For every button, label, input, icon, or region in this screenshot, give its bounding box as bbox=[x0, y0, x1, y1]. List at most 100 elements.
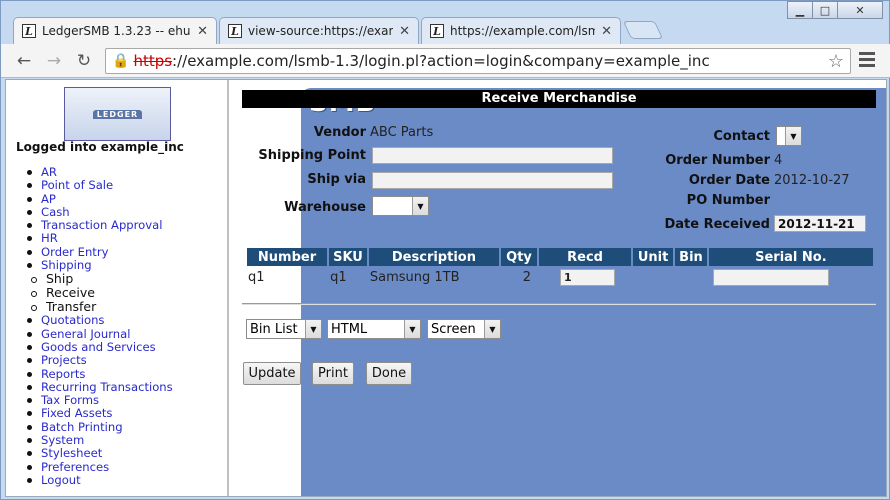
menu-item-ar[interactable]: AR bbox=[27, 165, 173, 179]
menu-item-ship[interactable]: Ship bbox=[31, 272, 173, 286]
order-number-label: Order Number bbox=[665, 153, 770, 168]
col-recd: Recd bbox=[539, 248, 632, 266]
dropdown-arrow-icon: ▼ bbox=[412, 197, 428, 215]
browser-window: L LedgerSMB 1.3.23 -- ehuelsn ✕ L view-s… bbox=[0, 0, 890, 500]
col-unit: Unit bbox=[633, 248, 674, 266]
menu-item-recurring-transactions[interactable]: Recurring Transactions bbox=[27, 380, 173, 394]
tab-title: view-source:https://example bbox=[248, 24, 393, 38]
date-received-input[interactable]: 2012-11-21 bbox=[774, 215, 866, 232]
menu-item-general-journal[interactable]: General Journal bbox=[27, 327, 173, 341]
warehouse-select[interactable]: ▼ bbox=[372, 196, 429, 216]
menu-item-projects[interactable]: Projects bbox=[27, 353, 173, 367]
cell-unit bbox=[633, 266, 673, 288]
cell-sku: q1 bbox=[330, 269, 347, 285]
report-select-value: Bin List bbox=[250, 321, 298, 337]
ledgersmb-logo: LEDGER SMB bbox=[64, 87, 886, 496]
order-date-label: Order Date bbox=[688, 173, 770, 188]
cell-qty: 2 bbox=[522, 269, 532, 285]
menu-item-shipping[interactable]: Shipping bbox=[27, 258, 173, 272]
menu-item-tax-forms[interactable]: Tax Forms bbox=[27, 393, 173, 407]
serial-input[interactable] bbox=[712, 268, 829, 286]
ship-via-input[interactable] bbox=[372, 172, 613, 189]
menu-item-logout[interactable]: Logout bbox=[27, 473, 173, 487]
menu-item-fixed-assets[interactable]: Fixed Assets bbox=[27, 407, 173, 420]
cell-description: Samsung 1TB bbox=[369, 269, 460, 285]
tab-view-source[interactable]: L view-source:https://example ✕ bbox=[219, 17, 419, 44]
menu-item-transaction-approval[interactable]: Transaction Approval bbox=[27, 218, 173, 232]
tab-close-icon[interactable]: ✕ bbox=[601, 24, 612, 39]
ledgersmb-favicon-icon: L bbox=[22, 24, 36, 38]
col-serial: Serial No. bbox=[708, 248, 873, 266]
menu-item-reports[interactable]: Reports bbox=[27, 367, 173, 381]
ledgersmb-favicon-icon: L bbox=[430, 24, 444, 38]
minimize-button[interactable]: ▁ bbox=[787, 1, 813, 19]
reload-icon[interactable]: ↻ bbox=[73, 50, 95, 72]
tab-example[interactable]: L https://example.com/lsmb-1.3 ✕ bbox=[421, 17, 621, 44]
menu-item-receive[interactable]: Receive bbox=[31, 286, 173, 300]
cell-bin bbox=[675, 266, 707, 288]
menu-item-quotations[interactable]: Quotations bbox=[27, 314, 173, 327]
cell-serial bbox=[709, 266, 873, 288]
report-select[interactable]: Bin List ▼ bbox=[246, 319, 322, 339]
browser-menu-icon[interactable] bbox=[859, 52, 875, 68]
back-arrow-icon[interactable]: ← bbox=[13, 50, 35, 72]
menu-item-preferences[interactable]: Preferences bbox=[27, 460, 173, 474]
new-tab-button[interactable] bbox=[622, 21, 664, 39]
menu-item-batch-printing[interactable]: Batch Printing bbox=[27, 420, 173, 434]
shipping-point-label: Shipping Point bbox=[258, 148, 366, 163]
bookmark-star-icon[interactable]: ☆ bbox=[828, 51, 844, 72]
close-window-button[interactable]: ✕ bbox=[837, 1, 883, 19]
tab-close-icon[interactable]: ✕ bbox=[399, 24, 410, 39]
tab-strip: L LedgerSMB 1.3.23 -- ehuelsn ✕ L view-s… bbox=[1, 1, 890, 44]
recd-input[interactable]: 1 bbox=[560, 268, 616, 286]
dropdown-arrow-icon: ▼ bbox=[785, 127, 801, 145]
page-title: Receive Merchandise bbox=[242, 90, 876, 108]
url-scheme: https bbox=[133, 52, 173, 70]
cell-recd: 1 bbox=[539, 266, 631, 288]
table-row: q1 q1 Samsung 1TB 2 1 bbox=[247, 266, 873, 288]
items-header-row: Number SKU Description Qty Recd Unit Bin… bbox=[247, 248, 873, 266]
menu-item-goods-and-services[interactable]: Goods and Services bbox=[27, 340, 173, 354]
menu-item-system[interactable]: System bbox=[27, 433, 173, 447]
order-number-value: 4 bbox=[774, 153, 783, 168]
menu-item-stylesheet[interactable]: Stylesheet bbox=[27, 447, 173, 460]
sidebar: LEDGER SMB Logged into example_inc ARPoi… bbox=[6, 80, 886, 496]
dropdown-arrow-icon: ▼ bbox=[484, 320, 500, 338]
done-button[interactable]: Done bbox=[366, 362, 412, 385]
contact-select[interactable]: ▼ bbox=[776, 126, 802, 146]
col-bin: Bin bbox=[675, 248, 707, 266]
col-qty: Qty bbox=[501, 248, 538, 266]
shipping-point-input[interactable] bbox=[372, 147, 613, 164]
tab-ledgersmb[interactable]: L LedgerSMB 1.3.23 -- ehuelsn ✕ bbox=[13, 17, 217, 44]
col-number: Number bbox=[247, 248, 328, 266]
ledgersmb-favicon-icon: L bbox=[228, 24, 242, 38]
logged-in-label: Logged into example_inc bbox=[16, 140, 184, 154]
col-sku: SKU bbox=[329, 248, 367, 266]
receive-form: Receive Merchandise Vendor ABC Parts Shi… bbox=[242, 80, 876, 496]
maximize-button[interactable]: □ bbox=[812, 1, 838, 19]
menu-item-hr[interactable]: HR bbox=[27, 232, 173, 245]
contact-label: Contact bbox=[713, 129, 770, 144]
address-bar[interactable]: 🔒 https ://example.com/lsmb-1.3/login.pl… bbox=[105, 48, 851, 74]
logo-top-text: LEDGER bbox=[92, 109, 143, 119]
media-select[interactable]: Screen ▼ bbox=[427, 319, 501, 339]
format-select-value: HTML bbox=[331, 321, 368, 337]
tab-title: LedgerSMB 1.3.23 -- ehuelsn bbox=[42, 24, 191, 38]
ship-via-label: Ship via bbox=[307, 172, 366, 187]
print-button[interactable]: Print bbox=[312, 362, 354, 385]
forward-arrow-icon[interactable]: → bbox=[43, 50, 65, 72]
menu-item-transfer[interactable]: Transfer bbox=[31, 300, 173, 314]
url-rest: ://example.com/lsmb-1.3/login.pl?action=… bbox=[172, 52, 710, 70]
divider bbox=[242, 303, 876, 305]
col-description: Description bbox=[368, 248, 499, 266]
menu-item-point-of-sale[interactable]: Point of Sale bbox=[27, 178, 173, 192]
menu-item-order-entry[interactable]: Order Entry bbox=[27, 245, 173, 259]
dropdown-arrow-icon: ▼ bbox=[404, 320, 420, 338]
tab-close-icon[interactable]: ✕ bbox=[197, 24, 208, 39]
dropdown-arrow-icon: ▼ bbox=[305, 320, 321, 338]
update-button[interactable]: Update bbox=[243, 362, 301, 385]
menu-item-ap[interactable]: AP bbox=[27, 192, 173, 206]
format-select[interactable]: HTML ▼ bbox=[327, 319, 421, 339]
menu-item-cash[interactable]: Cash bbox=[27, 205, 173, 219]
order-date-value: 2012-10-27 bbox=[774, 173, 850, 188]
